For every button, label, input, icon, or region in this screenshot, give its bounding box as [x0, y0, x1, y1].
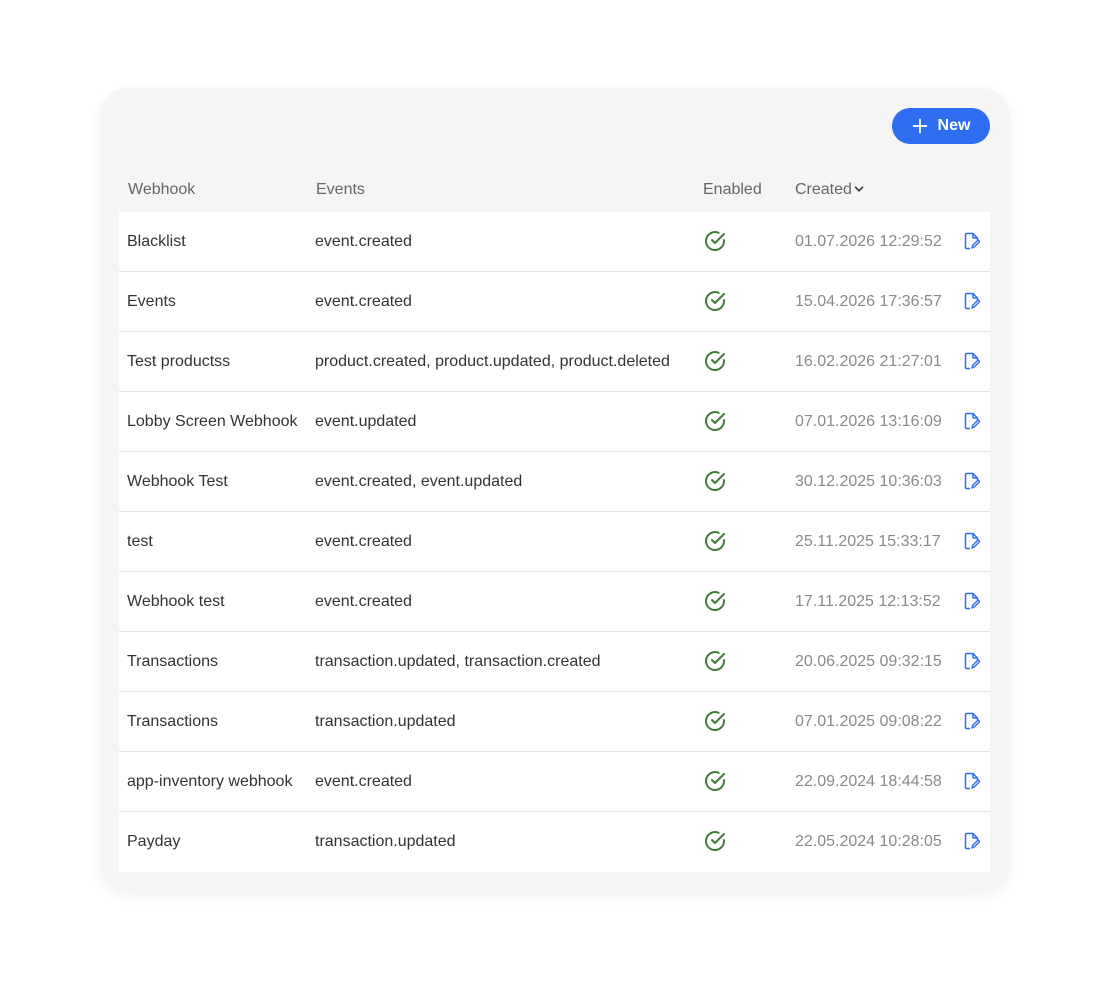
- webhook-events: event.created: [315, 773, 412, 790]
- webhook-name: Webhook test: [127, 593, 225, 610]
- webhook-created-date: 07.01.2025 09:08:22: [795, 713, 942, 730]
- table-body: Blacklist event.created 01.07.2026 12:29:5…: [119, 212, 990, 872]
- table-row[interactable]: Webhook Test event.created, event.updated…: [119, 452, 990, 512]
- table-header: Webhook Events Enabled Created: [119, 172, 990, 212]
- check-circle-icon: [703, 349, 727, 378]
- webhook-events: event.created, event.updated: [315, 473, 523, 490]
- column-header-enabled: Enabled: [703, 181, 762, 198]
- table-row[interactable]: Payday transaction.updated 22.05.2024 10:2…: [119, 812, 990, 872]
- new-webhook-button[interactable]: New: [892, 108, 990, 144]
- table-row[interactable]: Webhook test event.created 17.11.2025 12:1…: [119, 572, 990, 632]
- check-circle-icon: [703, 229, 727, 258]
- table-row[interactable]: Test productss product.created, product.u…: [119, 332, 990, 392]
- webhook-name: app-inventory webhook: [127, 773, 293, 790]
- webhook-events: event.created: [315, 593, 412, 610]
- webhook-events: event.created: [315, 233, 412, 250]
- webhooks-table: Webhook Events Enabled Created Blacklist…: [119, 172, 990, 872]
- webhook-created-date: 07.01.2026 13:16:09: [795, 413, 942, 430]
- webhook-name: Transactions: [127, 713, 218, 730]
- webhook-created-date: 17.11.2025 12:13:52: [795, 593, 941, 610]
- table-row[interactable]: Lobby Screen Webhook event.updated 07.01.2…: [119, 392, 990, 452]
- webhook-created-date: 30.12.2025 10:36:03: [795, 473, 942, 490]
- webhook-name: Lobby Screen Webhook: [127, 413, 298, 430]
- check-circle-icon: [703, 409, 727, 438]
- edit-document-icon[interactable]: [964, 532, 981, 555]
- edit-document-icon[interactable]: [964, 292, 981, 315]
- webhook-created-date: 22.05.2024 10:28:05: [795, 833, 942, 850]
- edit-document-icon[interactable]: [964, 712, 981, 735]
- webhook-name: Test productss: [127, 353, 231, 370]
- check-circle-icon: [703, 589, 727, 618]
- column-header-created-label: Created: [795, 181, 852, 198]
- new-button-label: New: [937, 117, 971, 134]
- table-row[interactable]: Events event.created 15.04.2026 17:36:57: [119, 272, 990, 332]
- check-circle-icon: [703, 289, 727, 318]
- table-row[interactable]: app-inventory webhook event.created 22.09.…: [119, 752, 990, 812]
- table-row[interactable]: Transactions transaction.updated 07.01.202…: [119, 692, 990, 752]
- webhook-created-date: 20.06.2025 09:32:15: [795, 653, 942, 670]
- webhook-events: event.created: [315, 293, 412, 310]
- column-header-webhook: Webhook: [128, 181, 196, 198]
- webhook-name: test: [127, 533, 153, 550]
- chevron-down-icon: [854, 181, 864, 199]
- webhook-events: product.created, product.updated, produc…: [315, 353, 670, 370]
- webhook-name: Transactions: [127, 653, 218, 670]
- plus-icon: [912, 118, 928, 134]
- edit-document-icon[interactable]: [964, 652, 981, 675]
- table-row[interactable]: Transactions transaction.updated, transac…: [119, 632, 990, 692]
- webhook-events: transaction.updated: [315, 713, 456, 730]
- webhook-events: transaction.updated: [315, 833, 456, 850]
- edit-document-icon[interactable]: [964, 592, 981, 615]
- edit-document-icon[interactable]: [964, 232, 981, 255]
- column-header-created[interactable]: Created: [795, 181, 864, 199]
- webhook-created-date: 15.04.2026 17:36:57: [795, 293, 942, 310]
- webhook-created-date: 01.07.2026 12:29:52: [795, 233, 942, 250]
- edit-document-icon[interactable]: [964, 472, 981, 495]
- webhook-created-date: 25.11.2025 15:33:17: [795, 533, 941, 550]
- check-circle-icon: [703, 469, 727, 498]
- check-circle-icon: [703, 829, 727, 858]
- check-circle-icon: [703, 529, 727, 558]
- column-header-events: Events: [316, 181, 365, 198]
- webhooks-card: New Webhook Events Enabled Created Black…: [100, 88, 1010, 892]
- webhook-name: Webhook Test: [127, 473, 228, 490]
- check-circle-icon: [703, 709, 727, 738]
- webhook-events: event.created: [315, 533, 412, 550]
- webhook-created-date: 22.09.2024 18:44:58: [795, 773, 942, 790]
- edit-document-icon[interactable]: [964, 412, 981, 435]
- webhook-events: event.updated: [315, 413, 417, 430]
- check-circle-icon: [703, 769, 727, 798]
- webhook-events: transaction.updated, transaction.created: [315, 653, 601, 670]
- webhook-created-date: 16.02.2026 21:27:01: [795, 353, 942, 370]
- webhook-name: Blacklist: [127, 233, 186, 250]
- edit-document-icon[interactable]: [964, 352, 981, 375]
- check-circle-icon: [703, 649, 727, 678]
- table-row[interactable]: test event.created 25.11.2025 15:33:17: [119, 512, 990, 572]
- webhook-name: Payday: [127, 833, 181, 850]
- edit-document-icon[interactable]: [964, 772, 981, 795]
- table-row[interactable]: Blacklist event.created 01.07.2026 12:29:5…: [119, 212, 990, 272]
- webhook-name: Events: [127, 293, 176, 310]
- edit-document-icon[interactable]: [964, 832, 981, 855]
